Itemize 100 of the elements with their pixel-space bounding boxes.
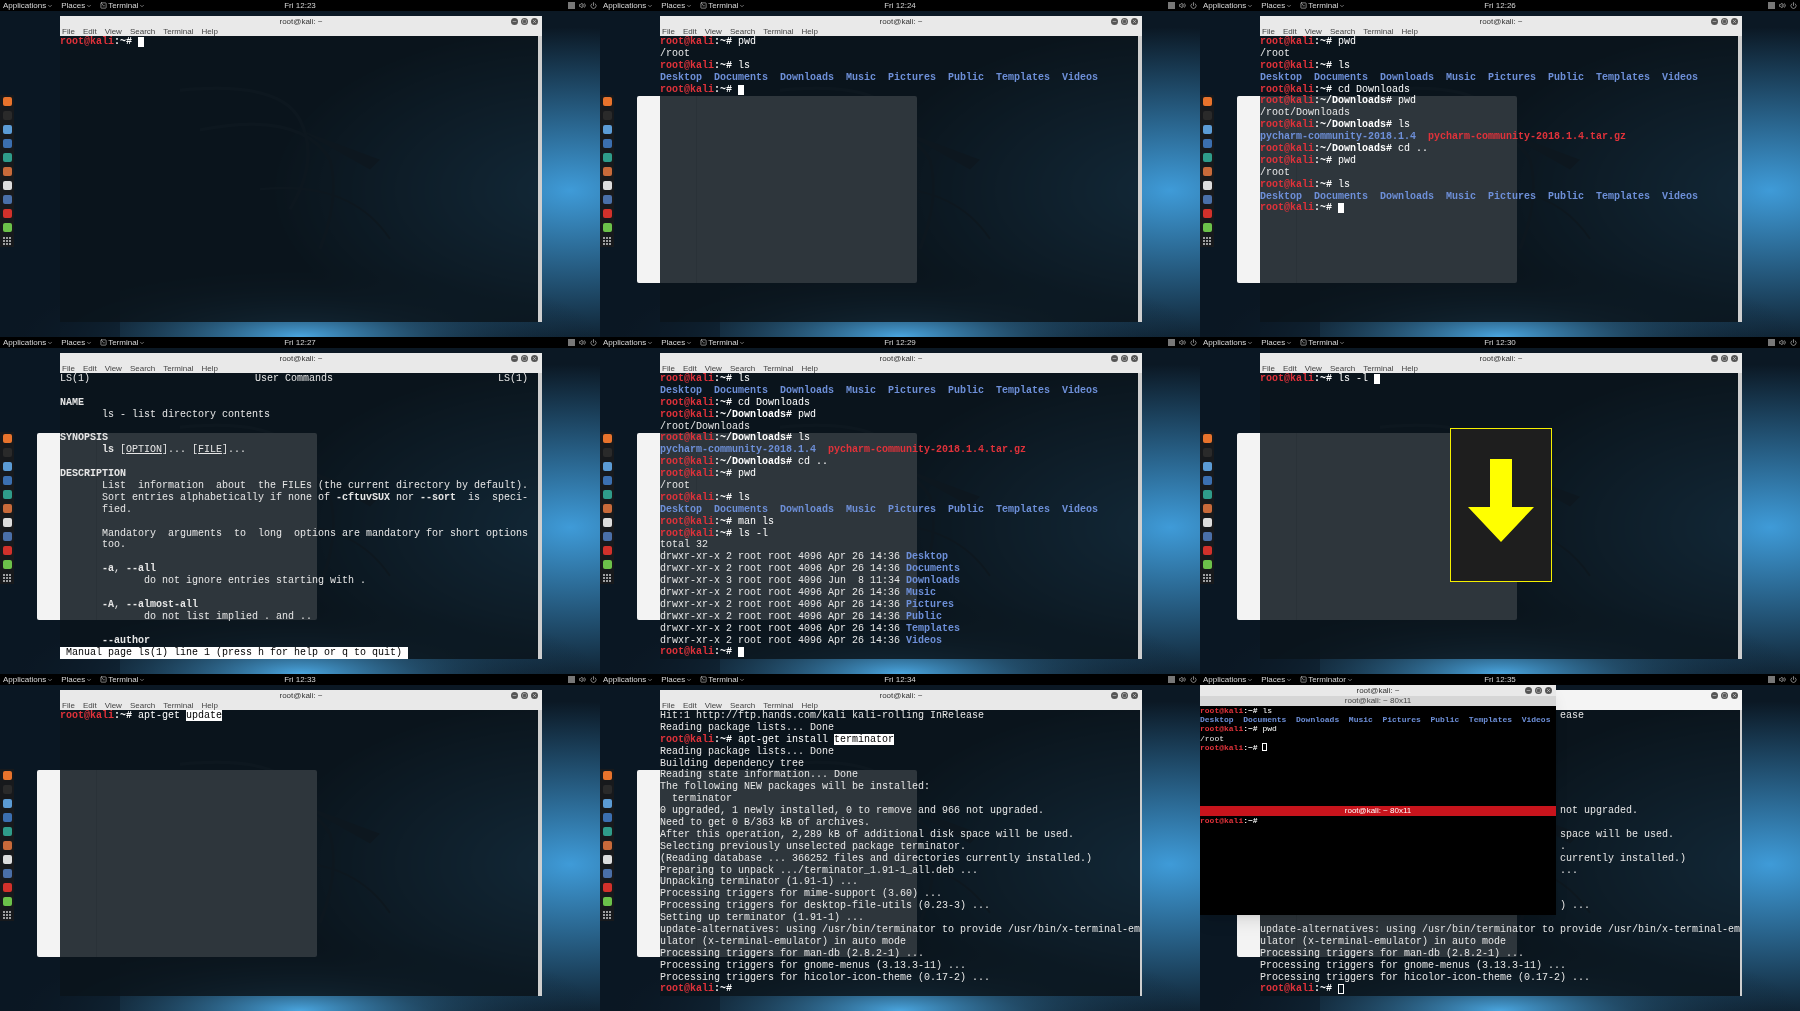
menu-item[interactable]: Edit (1282, 364, 1297, 373)
speaker-icon[interactable] (579, 339, 586, 346)
close-icon[interactable] (1731, 355, 1738, 362)
speaker-icon[interactable] (1779, 339, 1786, 346)
power-icon[interactable] (590, 339, 597, 346)
menu-item[interactable]: File (62, 27, 75, 36)
power-icon[interactable] (1190, 339, 1197, 346)
app-menu-button[interactable]: Terminal (108, 338, 139, 347)
menu-item[interactable]: Terminal (763, 27, 794, 36)
app-menu-button[interactable]: Terminal (108, 1, 139, 10)
menu-item[interactable]: Terminal (163, 701, 194, 710)
scrollbar[interactable] (1138, 373, 1142, 659)
menu-item[interactable]: View (104, 27, 122, 36)
menu-item[interactable]: Edit (682, 701, 697, 710)
maximize-icon[interactable] (1721, 692, 1728, 699)
app-menu-button[interactable]: Terminator (1308, 675, 1346, 684)
menu-item[interactable]: Help (801, 701, 818, 710)
menu-item[interactable]: View (104, 701, 122, 710)
menu-button[interactable]: Places (661, 338, 686, 347)
menu-item[interactable]: View (704, 701, 722, 710)
menu-item[interactable]: Search (1329, 364, 1356, 373)
menu-button[interactable]: Applications (1203, 675, 1247, 684)
menu-item[interactable]: Search (129, 27, 156, 36)
menu-button[interactable]: Places (1261, 675, 1286, 684)
scrollbar[interactable] (1140, 710, 1142, 996)
menu-item[interactable]: File (1262, 364, 1275, 373)
menu-item[interactable]: Terminal (763, 701, 794, 710)
power-icon[interactable] (1790, 676, 1797, 683)
menu-item[interactable]: Edit (82, 364, 97, 373)
menu-item[interactable]: Edit (682, 364, 697, 373)
menu-item[interactable]: Search (729, 701, 756, 710)
menu-button[interactable]: Places (661, 1, 686, 10)
menu-item[interactable]: Help (201, 364, 218, 373)
speaker-icon[interactable] (1179, 2, 1186, 9)
menu-item[interactable]: Terminal (1363, 364, 1394, 373)
menu-item[interactable]: Help (201, 701, 218, 710)
maximize-icon[interactable] (521, 692, 528, 699)
menu-button[interactable]: Applications (603, 1, 647, 10)
maximize-icon[interactable] (1121, 18, 1128, 25)
close-icon[interactable] (1731, 692, 1738, 699)
power-icon[interactable] (590, 676, 597, 683)
power-icon[interactable] (1790, 2, 1797, 9)
speaker-icon[interactable] (1779, 2, 1786, 9)
menu-item[interactable]: Terminal (763, 364, 794, 373)
app-menu-button[interactable]: Terminal (1308, 1, 1339, 10)
menu-item[interactable]: File (62, 701, 75, 710)
power-icon[interactable] (590, 2, 597, 9)
maximize-icon[interactable] (521, 18, 528, 25)
app-menu-button[interactable]: Terminal (708, 675, 739, 684)
menu-item[interactable]: Search (129, 701, 156, 710)
scrollbar[interactable] (1738, 373, 1742, 659)
menu-button[interactable]: Places (1261, 1, 1286, 10)
close-icon[interactable] (531, 18, 538, 25)
power-icon[interactable] (1190, 2, 1197, 9)
speaker-icon[interactable] (579, 676, 586, 683)
menu-button[interactable]: Applications (1203, 338, 1247, 347)
scrollbar[interactable] (1740, 710, 1742, 996)
menu-item[interactable]: Search (1329, 27, 1356, 36)
menu-item[interactable]: View (704, 364, 722, 373)
menu-item[interactable]: File (662, 364, 675, 373)
minimize-icon[interactable] (1111, 18, 1118, 25)
close-icon[interactable] (531, 692, 538, 699)
minimize-icon[interactable] (1525, 687, 1532, 694)
menu-button[interactable]: Applications (3, 675, 47, 684)
menu-item[interactable]: View (704, 27, 722, 36)
power-icon[interactable] (1190, 676, 1197, 683)
close-icon[interactable] (1545, 687, 1552, 694)
pane-titlebar[interactable]: root@kali: ~ 80x11 (1200, 805, 1556, 816)
menu-item[interactable]: Edit (82, 27, 97, 36)
scrollbar[interactable] (538, 710, 542, 996)
scrollbar[interactable] (538, 373, 542, 659)
menu-button[interactable]: Applications (3, 338, 47, 347)
scrollbar[interactable] (1138, 36, 1142, 322)
menu-item[interactable]: Edit (1282, 27, 1297, 36)
close-icon[interactable] (1131, 18, 1138, 25)
menu-item[interactable]: Help (201, 27, 218, 36)
menu-button[interactable]: Places (61, 1, 86, 10)
menu-item[interactable]: Help (801, 27, 818, 36)
menu-item[interactable]: File (62, 364, 75, 373)
scrollbar[interactable] (538, 36, 542, 322)
menu-button[interactable]: Places (61, 675, 86, 684)
speaker-icon[interactable] (579, 2, 586, 9)
menu-button[interactable]: Places (61, 338, 86, 347)
menu-button[interactable]: Applications (3, 1, 47, 10)
menu-item[interactable]: Edit (682, 27, 697, 36)
minimize-icon[interactable] (1711, 692, 1718, 699)
close-icon[interactable] (1131, 355, 1138, 362)
minimize-icon[interactable] (1111, 692, 1118, 699)
app-menu-button[interactable]: Terminal (108, 675, 139, 684)
menu-item[interactable]: Help (1401, 27, 1418, 36)
menu-button[interactable]: Applications (603, 338, 647, 347)
speaker-icon[interactable] (1779, 676, 1786, 683)
menu-item[interactable]: View (104, 364, 122, 373)
app-menu-button[interactable]: Terminal (1308, 338, 1339, 347)
menu-button[interactable]: Places (1261, 338, 1286, 347)
minimize-icon[interactable] (511, 18, 518, 25)
close-icon[interactable] (1731, 18, 1738, 25)
speaker-icon[interactable] (1179, 339, 1186, 346)
app-menu-button[interactable]: Terminal (708, 338, 739, 347)
speaker-icon[interactable] (1179, 676, 1186, 683)
